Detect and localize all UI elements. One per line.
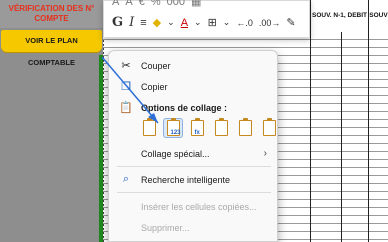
bold-button[interactable]: G — [112, 15, 123, 30]
chevron-right-icon: › — [263, 148, 267, 159]
increase-decimal-icon[interactable]: ←.0 — [236, 18, 253, 28]
fill-color-dropdown-icon[interactable]: ⌄ — [167, 17, 175, 28]
blank-icon — [119, 221, 133, 235]
menu-item-paste-special[interactable]: Collage spécial... › — [109, 143, 277, 164]
paste-link-icon[interactable] — [259, 118, 279, 138]
menu-divider — [117, 192, 271, 193]
left-panel: VÉRIFICATION DES N° COMPTE VOIR LE PLAN … — [0, 0, 103, 242]
paste-formulas-icon[interactable]: fx — [187, 118, 207, 138]
mouse-pointer-arrow — [101, 56, 159, 124]
toolbar-row-top: A A € % 000 ▦ — [112, 0, 201, 8]
paste-transpose-icon[interactable] — [211, 118, 231, 138]
menu-item-insert-copied-label: Insérer les cellules copiées... — [141, 201, 257, 212]
menu-item-smart-lookup-label: Recherche intelligente — [141, 174, 231, 185]
menu-item-smart-lookup[interactable]: ⌕ Recherche intelligente — [109, 169, 277, 190]
format-painter-icon[interactable]: ✎ — [286, 16, 295, 29]
menu-item-delete-label: Supprimer... — [141, 222, 190, 233]
thousands-icon[interactable]: 000 — [167, 0, 185, 8]
column-header-souv-n1-debit[interactable]: SOUV. N-1, DEBIT — [310, 0, 368, 32]
italic-button[interactable]: I — [129, 15, 134, 30]
verification-title: VÉRIFICATION DES N° COMPTE — [0, 0, 103, 28]
paste-formulas-sub: fx — [194, 130, 200, 136]
font-size-down-icon[interactable]: A — [125, 0, 132, 8]
font-color-dropdown-icon[interactable]: ⌄ — [194, 17, 202, 28]
column-header-souv[interactable]: SOUV — [368, 0, 388, 32]
menu-item-paste-special-label: Collage spécial... — [141, 148, 210, 159]
paste-values-sub: 123 — [170, 130, 181, 136]
font-color-icon[interactable]: A — [181, 17, 188, 29]
blank-icon — [119, 147, 133, 161]
currency-icon[interactable]: € — [139, 0, 145, 8]
borders-dropdown-icon[interactable]: ⌄ — [223, 17, 231, 28]
menu-divider — [117, 166, 271, 167]
align-icon[interactable]: ≡ — [140, 17, 146, 29]
decrease-decimal-icon[interactable]: .00→ — [259, 18, 281, 28]
menu-item-insert-copied-cells[interactable]: Insérer les cellules copiées... — [109, 196, 277, 217]
table-icon[interactable]: ▦ — [191, 0, 201, 8]
grid-col-line — [368, 32, 369, 242]
grid-col-line — [310, 32, 311, 242]
borders-icon[interactable]: ⊞ — [208, 16, 217, 29]
menu-item-delete[interactable]: Supprimer... — [109, 217, 277, 238]
grid-col-line — [341, 32, 342, 242]
toolbar-row-bottom: G I ≡ ◆ ⌄ A ⌄ ⊞ ⌄ ←.0 .00→ ✎ — [112, 15, 296, 30]
fill-color-icon[interactable]: ◆ — [153, 16, 161, 29]
view-chart-of-accounts-button[interactable]: VOIR LE PLAN COMPTABLE — [1, 30, 102, 67]
search-icon: ⌕ — [122, 173, 130, 185]
mini-format-toolbar: A A € % 000 ▦ G I ≡ ◆ ⌄ A ⌄ ⊞ ⌄ ←.0 .00→… — [103, 0, 310, 38]
percent-icon[interactable]: % — [151, 0, 161, 8]
blank-icon — [119, 200, 133, 214]
paste-formatting-icon[interactable] — [235, 118, 255, 138]
font-size-up-icon[interactable]: A — [112, 0, 119, 8]
